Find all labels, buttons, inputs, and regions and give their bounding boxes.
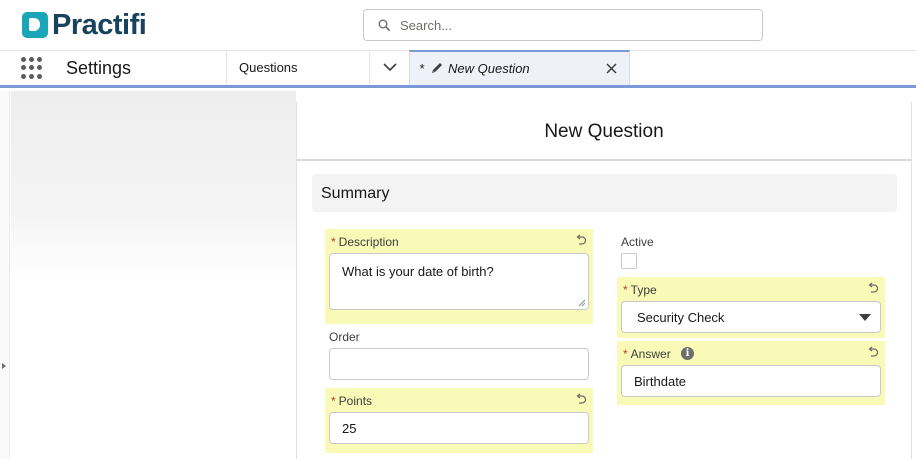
active-label: Active [621,235,654,249]
section-title: Summary [321,185,390,202]
type-label: * Type [623,283,657,297]
order-input[interactable] [329,348,589,380]
type-select[interactable]: Security Check [621,301,881,333]
points-label: * Points [331,394,373,408]
description-label: * Description [331,235,399,249]
undo-icon[interactable] [866,282,879,295]
panel-toggle-icon[interactable] [2,363,6,369]
nav-item-questions[interactable]: Questions [226,51,369,85]
search-input[interactable] [400,10,750,40]
app-launcher-icon[interactable] [21,57,43,79]
undo-icon[interactable] [866,346,879,359]
dropdown-arrow-icon [859,314,871,321]
pencil-icon [432,63,442,73]
answer-label: * Answer [623,347,671,361]
points-input[interactable] [329,412,589,444]
logo-mark-icon [22,12,48,38]
global-header: Practifi [0,0,916,51]
left-rail [0,91,10,459]
modal-header: New Question [297,102,911,161]
info-icon[interactable]: i [681,347,694,360]
unsaved-marker: * [419,61,425,76]
logo-text: Practifi [52,8,147,41]
section-summary[interactable]: Summary [312,174,897,212]
global-search[interactable] [363,9,763,41]
resize-handle-icon[interactable] [578,299,586,307]
app-name: Settings [66,58,132,78]
new-question-modal: New Question Summary * Description What i… [296,102,912,459]
type-selected-value: Security Check [637,310,725,325]
nav-item-label: Questions [239,60,298,75]
close-icon[interactable] [606,63,617,74]
search-icon [378,19,390,31]
required-marker: * [623,283,628,297]
undo-icon[interactable] [574,234,587,247]
description-textarea[interactable]: What is your date of birth? [329,253,589,310]
required-marker: * [331,394,336,408]
order-label: Order [329,330,360,344]
active-checkbox[interactable] [621,253,637,269]
nav-menu-button[interactable] [369,51,409,85]
chevron-down-icon [383,63,397,72]
tab-new-question[interactable]: * New Question [409,50,630,85]
practifi-logo[interactable]: Practifi [22,8,147,41]
required-marker: * [623,347,628,361]
background-record-panel [11,91,296,459]
modal-title: New Question [544,121,664,142]
undo-icon[interactable] [574,393,587,406]
tab-label: New Question [448,61,530,76]
answer-input[interactable] [621,365,881,397]
required-marker: * [331,235,336,249]
app-nav-bar: Settings Questions * New Question [0,50,916,88]
